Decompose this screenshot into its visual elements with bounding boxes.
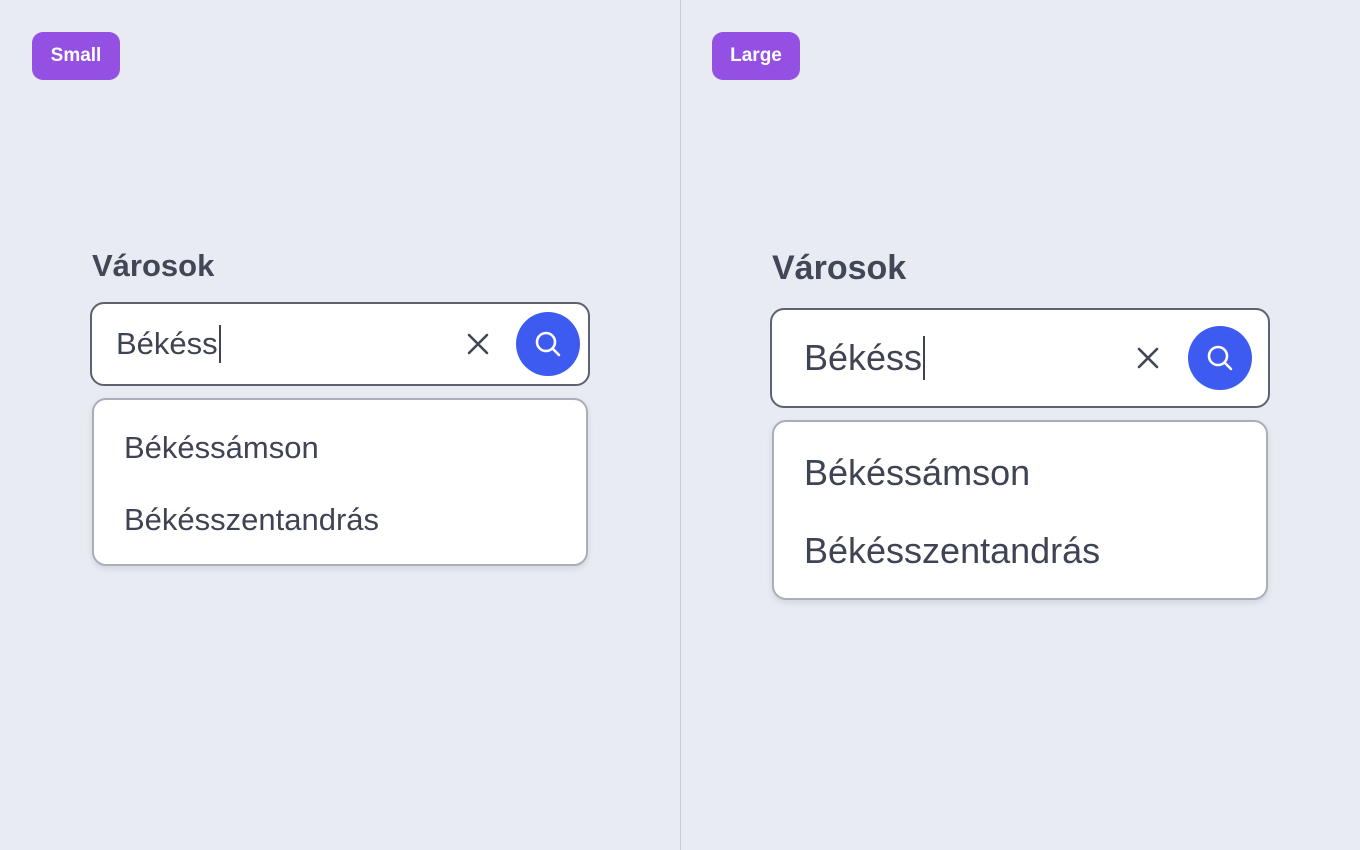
close-icon [1137, 347, 1159, 369]
search-button[interactable] [1188, 326, 1252, 390]
suggestions-dropdown: Békéssámson Békésszentandrás [772, 420, 1268, 600]
suggestion-item[interactable]: Békésszentandrás [804, 530, 1100, 572]
suggestions-dropdown: Békéssámson Békésszentandrás [92, 398, 588, 566]
field-label: Városok [92, 248, 215, 283]
suggestion-item[interactable]: Békésszentandrás [124, 502, 379, 538]
search-query-text: Békéss [116, 326, 218, 361]
search-query-text: Békéss [804, 337, 923, 378]
suggestion-item[interactable]: Békéssámson [124, 430, 319, 466]
search-value[interactable]: Békéss [804, 336, 926, 380]
search-input[interactable]: Békéss [770, 308, 1270, 408]
size-badge: Small [32, 32, 120, 80]
large-variant-panel: Large Városok Békéss Békéssámson Békéssz… [681, 0, 1360, 850]
search-icon [535, 331, 561, 357]
clear-button[interactable] [1130, 340, 1166, 376]
search-icon [1207, 345, 1233, 371]
suggestion-item[interactable]: Békéssámson [804, 452, 1030, 494]
search-value[interactable]: Békéss [116, 324, 221, 364]
search-button[interactable] [516, 312, 580, 376]
text-caret [218, 325, 221, 363]
small-variant-panel: Small Városok Békéss Békéssámson Békéssz… [0, 0, 680, 850]
text-caret [923, 336, 926, 380]
size-badge: Large [712, 32, 800, 80]
close-icon [467, 333, 489, 355]
search-input[interactable]: Békéss [90, 302, 590, 386]
field-label: Városok [772, 249, 907, 287]
clear-button[interactable] [460, 326, 496, 362]
